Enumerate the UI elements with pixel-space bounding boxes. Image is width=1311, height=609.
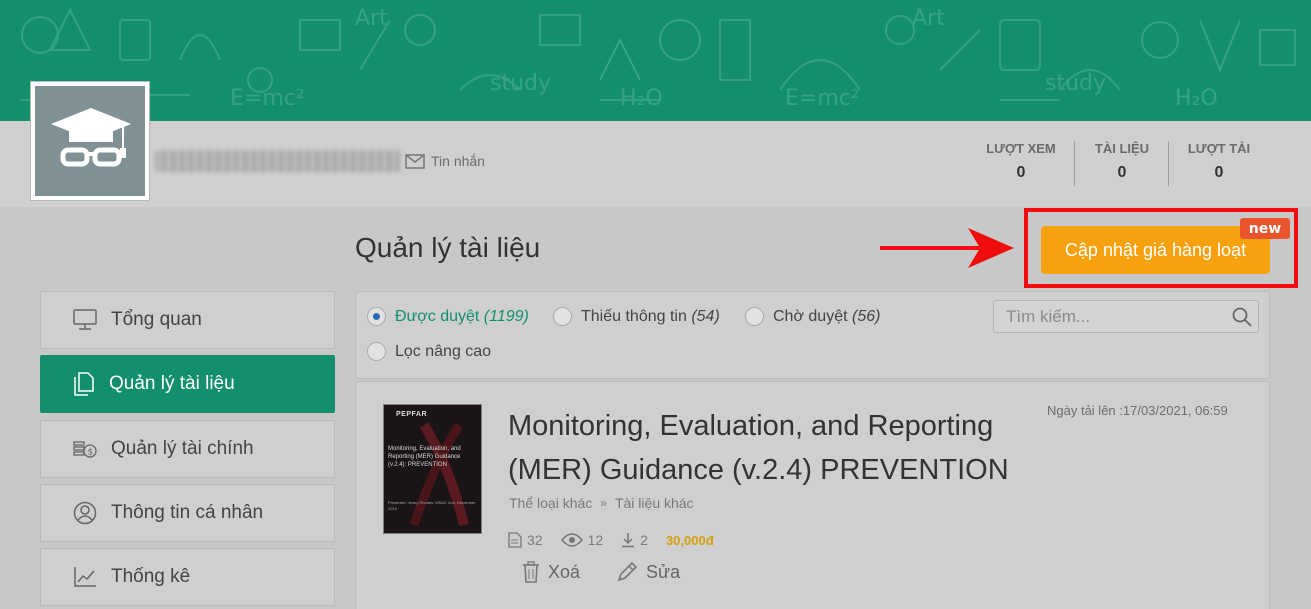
stat-views: LƯỢT XEM 0	[976, 141, 1066, 182]
filter-advanced-radio[interactable]: Lọc nâng cao	[367, 342, 491, 361]
stat-documents-value: 0	[1117, 164, 1127, 181]
filter-missing-radio[interactable]: Thiếu thông tin (54)	[553, 307, 720, 326]
delete-label: Xoá	[548, 561, 581, 582]
document-meta: 32 12 2 30,000đ	[508, 532, 714, 548]
svg-text:Art: Art	[355, 6, 388, 31]
new-badge: new	[1240, 218, 1290, 239]
upload-date: Ngày tải lên :17/03/2021, 06:59	[1047, 403, 1228, 418]
documents-icon	[74, 372, 94, 396]
edit-label: Sửa	[646, 561, 681, 582]
delete-button[interactable]: Xoá	[522, 561, 580, 583]
user-icon	[73, 501, 97, 525]
ribbon-icon	[409, 422, 469, 527]
avatar[interactable]	[30, 81, 150, 201]
thumbnail-logo: PEPFAR	[396, 411, 428, 418]
chart-icon	[74, 567, 96, 587]
stat-downloads: LƯỢT TẢI 0	[1174, 141, 1264, 182]
message-link[interactable]: Tin nhắn	[405, 153, 485, 169]
sidebar-item-statistics[interactable]: Thống kê	[40, 548, 335, 606]
sidebar-item-documents[interactable]: Quản lý tài liệu	[40, 355, 335, 413]
radio-dot[interactable]	[367, 307, 386, 326]
svg-text:Art: Art	[912, 6, 945, 31]
eye-icon	[560, 533, 583, 547]
filter-approved-label: Được duyệt (1199)	[395, 307, 529, 325]
sidebar-item-label: Tổng quan	[111, 309, 202, 330]
sidebar-item-label: Quản lý tài liệu	[109, 373, 235, 394]
edit-button[interactable]: Sửa	[616, 561, 680, 583]
filter-pending-label: Chờ duyệt (56)	[773, 307, 881, 325]
sidebar-item-label: Thông tin cá nhân	[111, 502, 264, 523]
document-thumbnail[interactable]: PEPFAR Monitoring, Evaluation, and Repor…	[383, 404, 482, 534]
coins-icon: $	[73, 441, 97, 458]
svg-text:H₂O: H₂O	[620, 86, 663, 111]
document-price: 30,000đ	[665, 532, 714, 548]
svg-text:study: study	[1045, 71, 1106, 96]
pages-value: 32	[527, 532, 543, 548]
page-title: Quản lý tài liệu	[355, 232, 541, 263]
bulk-price-update-button[interactable]: Cập nhật giá hàng loạt	[1041, 226, 1270, 274]
page-icon	[508, 532, 522, 548]
search-box[interactable]	[993, 300, 1259, 333]
svg-text:E=mc²: E=mc²	[230, 86, 305, 111]
stat-views-value: 0	[1016, 164, 1026, 181]
message-label: Tin nhắn	[431, 153, 485, 169]
sidebar-item-label: Quản lý tài chính	[111, 438, 254, 459]
radio-dot[interactable]	[745, 307, 764, 326]
pages-count: 32	[508, 532, 543, 548]
stat-divider	[1168, 141, 1169, 186]
chevron-right-icon: »	[600, 496, 607, 510]
radio-dot[interactable]	[367, 342, 386, 361]
search-input[interactable]	[1006, 306, 1226, 328]
filter-missing-label: Thiếu thông tin (54)	[581, 307, 720, 325]
svg-text:H₂O: H₂O	[1175, 86, 1218, 111]
filter-approved-radio[interactable]: Được duyệt (1199)	[367, 307, 529, 326]
document-category-breadcrumb: Thể loại khác » Tài liệu khác	[509, 495, 694, 511]
subcategory-link[interactable]: Tài liệu khác	[615, 495, 694, 511]
document-title[interactable]: Monitoring, Evaluation, and Reporting (M…	[508, 404, 1048, 492]
thumbnail-title: Monitoring, Evaluation, and Reporting (M…	[388, 446, 461, 468]
thumbnail-sub: Presenter: Jenny Rhodes, MSAC 2nd, Decem…	[388, 500, 476, 511]
sidebar-item-overview[interactable]: Tổng quan	[40, 291, 335, 349]
pencil-icon	[617, 561, 638, 582]
svg-text:E=mc²: E=mc²	[785, 86, 860, 111]
sidebar-item-profile[interactable]: Thông tin cá nhân	[40, 484, 335, 542]
stat-documents: TÀI LIỆU 0	[1077, 141, 1167, 182]
stat-views-label: LƯỢT XEM	[986, 141, 1056, 156]
red-arrow-icon	[880, 228, 1014, 268]
stat-divider	[1074, 141, 1075, 186]
monitor-icon	[73, 309, 97, 330]
radio-dot[interactable]	[553, 307, 572, 326]
stat-documents-label: TÀI LIỆU	[1094, 141, 1150, 156]
filter-pending-radio[interactable]: Chờ duyệt (56)	[745, 307, 880, 326]
graduate-icon	[51, 108, 131, 167]
svg-text:$: $	[88, 448, 94, 458]
downloads-value: 2	[640, 532, 648, 548]
download-icon	[622, 533, 635, 548]
svg-text:study: study	[490, 71, 551, 96]
downloads-count: 2	[621, 532, 648, 548]
username-blurred	[155, 150, 400, 172]
trash-icon	[523, 561, 539, 583]
category-link[interactable]: Thể loại khác	[509, 495, 592, 511]
search-icon[interactable]	[1232, 307, 1252, 327]
header-banner: Art study E=mc² H₂O Art study E=mc² H₂O	[0, 0, 1311, 121]
sidebar-item-label: Thống kê	[111, 566, 191, 587]
document-actions: Xoá Sửa	[522, 561, 680, 583]
views-count: 12	[560, 532, 604, 548]
sidebar-item-finance[interactable]: $ Quản lý tài chính	[40, 420, 335, 478]
filter-advanced-label: Lọc nâng cao	[395, 342, 492, 360]
stat-downloads-value: 0	[1214, 164, 1224, 181]
doodle-pattern-icon: Art study E=mc² H₂O Art study E=mc² H₂O	[20, 6, 1296, 111]
stat-downloads-label: LƯỢT TẢI	[1187, 141, 1251, 156]
views-value: 12	[587, 532, 604, 548]
envelope-icon	[405, 153, 425, 169]
